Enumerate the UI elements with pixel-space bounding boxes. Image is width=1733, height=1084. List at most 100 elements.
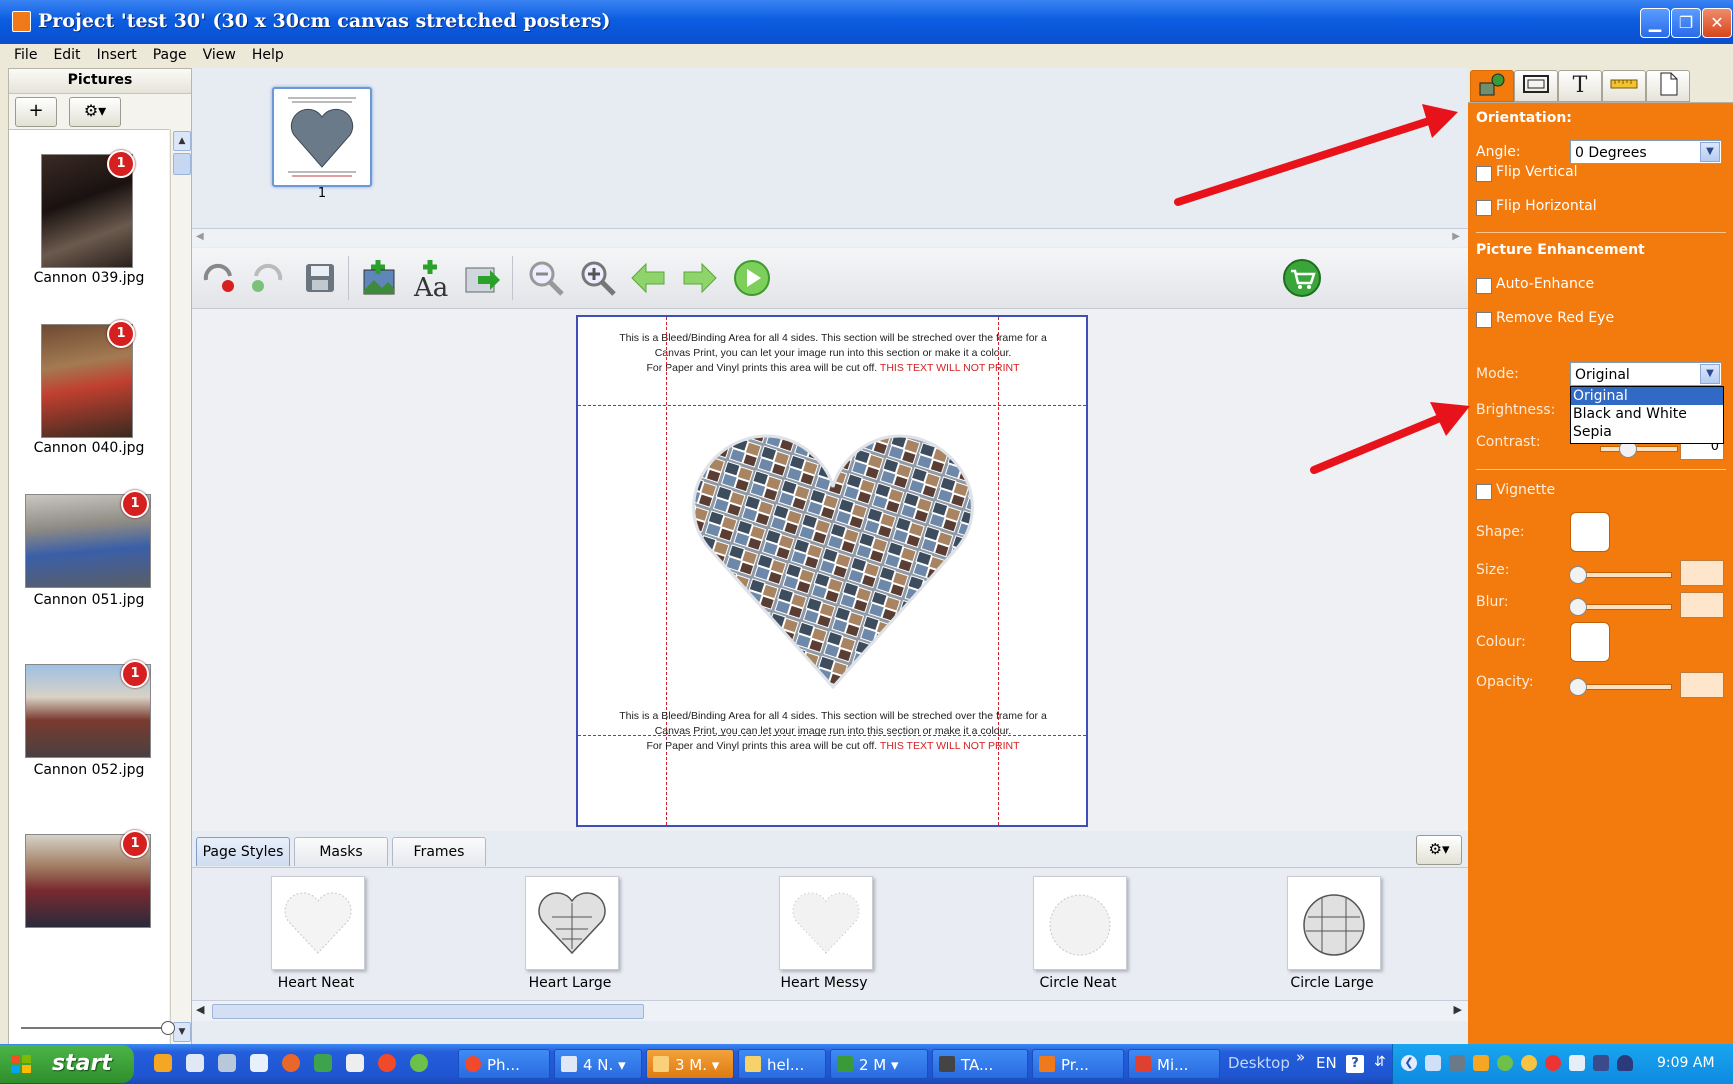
menu-help[interactable]: Help: [244, 44, 292, 66]
add-picture-button[interactable]: +: [15, 97, 57, 127]
save-icon[interactable]: [300, 258, 340, 298]
tray-icon[interactable]: [1617, 1055, 1633, 1071]
quicklaunch-icon[interactable]: [346, 1054, 364, 1072]
quicklaunch-icon[interactable]: [154, 1054, 172, 1072]
add-picture-icon[interactable]: [360, 258, 400, 298]
task-button[interactable]: 4 N. ▾: [554, 1049, 642, 1079]
minimize-button[interactable]: ▁: [1640, 8, 1670, 38]
maximize-button[interactable]: ❐: [1671, 8, 1701, 38]
task-button[interactable]: hel...: [738, 1049, 826, 1079]
scroll-down-icon[interactable]: ▼: [173, 1022, 191, 1042]
vignette-shape-picker[interactable]: [1570, 512, 1610, 552]
styles-gear-button[interactable]: ⚙▾: [1416, 835, 1462, 865]
blur-value-box[interactable]: [1680, 592, 1724, 618]
remove-red-eye-checkbox[interactable]: [1476, 312, 1492, 328]
quicklaunch-icon[interactable]: [410, 1054, 428, 1072]
slider-knob[interactable]: [161, 1021, 175, 1035]
firefox-icon[interactable]: [282, 1054, 300, 1072]
undo-icon[interactable]: [198, 258, 238, 298]
help-icon[interactable]: ?: [1346, 1055, 1364, 1073]
previous-page-icon[interactable]: [628, 258, 668, 298]
mode-select[interactable]: Original ▼: [1570, 362, 1722, 386]
tray-icon[interactable]: [1569, 1055, 1585, 1071]
canvas-page[interactable]: This is a Bleed/Binding Area for all 4 s…: [576, 315, 1088, 827]
chevron-down-icon[interactable]: ▼: [1700, 142, 1720, 162]
heart-collage[interactable]: [678, 417, 988, 717]
network-icon[interactable]: [1449, 1055, 1465, 1071]
chrome-icon[interactable]: [378, 1054, 396, 1072]
pictures-scrollbar[interactable]: ▲ ▼: [170, 129, 191, 1044]
page-thumbnail[interactable]: [272, 87, 372, 187]
menu-file[interactable]: File: [6, 44, 45, 66]
task-button[interactable]: Pr...: [1032, 1049, 1124, 1079]
quicklaunch-icon[interactable]: [218, 1054, 236, 1072]
auto-enhance-checkbox[interactable]: [1476, 278, 1492, 294]
picture-item[interactable]: 1: [9, 822, 169, 972]
page-strip-scrollbar[interactable]: ◀ ▶: [192, 228, 1468, 247]
angle-select[interactable]: 0 Degrees ▼: [1570, 140, 1722, 164]
contrast-slider[interactable]: [1600, 440, 1678, 458]
next-page-icon[interactable]: [680, 258, 720, 298]
mode-option-black-and-white[interactable]: Black and White: [1571, 405, 1723, 423]
pictures-gear-button[interactable]: ⚙▾: [69, 97, 121, 127]
tray-icon[interactable]: [1593, 1055, 1609, 1071]
tab-page-styles[interactable]: Page Styles: [196, 837, 290, 866]
quicklaunch-icon[interactable]: [250, 1054, 268, 1072]
clock[interactable]: 9:09 AM: [1657, 1055, 1715, 1071]
tab-ruler[interactable]: [1602, 70, 1646, 102]
styles-scrollbar[interactable]: ◀ ▶: [192, 1000, 1468, 1021]
scroll-left-icon[interactable]: ◀: [196, 1003, 204, 1016]
menu-insert[interactable]: Insert: [89, 44, 145, 66]
scroll-right-icon[interactable]: ▶: [1452, 231, 1460, 242]
menu-page[interactable]: Page: [145, 44, 195, 66]
pictures-list[interactable]: 1 Cannon 039.jpg 1 Cannon 040.jpg 1 Cann…: [9, 129, 169, 1045]
mode-dropdown-list[interactable]: Original Black and White Sepia: [1570, 386, 1724, 444]
mode-option-original[interactable]: Original: [1571, 387, 1723, 405]
tab-page-properties[interactable]: [1646, 70, 1690, 102]
shopping-cart-icon[interactable]: [1282, 258, 1322, 298]
scroll-thumb[interactable]: [173, 153, 191, 175]
chevron-left-icon[interactable]: ❮: [1401, 1055, 1417, 1071]
picture-item[interactable]: 1 Cannon 051.jpg: [9, 482, 169, 632]
language-indicator[interactable]: EN: [1316, 1054, 1337, 1072]
vignette-opacity-slider[interactable]: [1569, 678, 1672, 696]
task-button[interactable]: 3 M. ▾: [646, 1049, 734, 1079]
zoom-in-icon[interactable]: [578, 258, 618, 298]
desktop-toolbar[interactable]: Desktop: [1228, 1054, 1290, 1072]
vignette-checkbox[interactable]: [1476, 484, 1492, 500]
vignette-blur-slider[interactable]: [1569, 598, 1672, 616]
menu-edit[interactable]: Edit: [45, 44, 88, 66]
vignette-colour-picker[interactable]: [1570, 622, 1610, 662]
flip-vertical-checkbox[interactable]: [1476, 166, 1492, 182]
quicklaunch-icon[interactable]: [186, 1054, 204, 1072]
tab-picture-properties[interactable]: [1470, 70, 1514, 102]
picture-item[interactable]: 1 Cannon 040.jpg: [9, 312, 169, 462]
picture-item[interactable]: 1 Cannon 039.jpg: [9, 142, 169, 292]
scroll-thumb[interactable]: [212, 1004, 644, 1019]
tab-frames[interactable]: Frames: [392, 837, 486, 866]
volume-icon[interactable]: [1425, 1055, 1441, 1071]
tab-masks[interactable]: Masks: [294, 837, 388, 866]
notification-icon[interactable]: ⇵: [1374, 1054, 1386, 1070]
task-button[interactable]: 2 M ▾: [830, 1049, 928, 1079]
task-button[interactable]: TA...: [932, 1049, 1028, 1079]
zoom-out-icon[interactable]: [526, 258, 566, 298]
mode-option-sepia[interactable]: Sepia: [1571, 423, 1723, 441]
close-button[interactable]: ✕: [1702, 8, 1732, 38]
picture-item[interactable]: 1 Cannon 052.jpg: [9, 652, 169, 802]
scroll-up-icon[interactable]: ▲: [173, 131, 191, 151]
chevron-down-icon[interactable]: ▼: [1700, 364, 1720, 384]
slider-knob[interactable]: [1569, 598, 1587, 616]
slider-knob[interactable]: [1569, 566, 1587, 584]
redo-icon[interactable]: [248, 258, 288, 298]
tray-icon[interactable]: [1497, 1055, 1513, 1071]
tray-icon[interactable]: [1521, 1055, 1537, 1071]
title-bar[interactable]: Project 'test 30' (30 x 30cm canvas stre…: [0, 0, 1733, 44]
tab-frame-properties[interactable]: [1514, 70, 1558, 102]
slider-knob[interactable]: [1569, 678, 1587, 696]
start-button[interactable]: start: [0, 1045, 134, 1083]
chevron-right-icon[interactable]: »: [1296, 1048, 1305, 1066]
task-button[interactable]: Ph...: [458, 1049, 550, 1079]
task-button[interactable]: Mi...: [1128, 1049, 1220, 1079]
quicklaunch-icon[interactable]: [314, 1054, 332, 1072]
